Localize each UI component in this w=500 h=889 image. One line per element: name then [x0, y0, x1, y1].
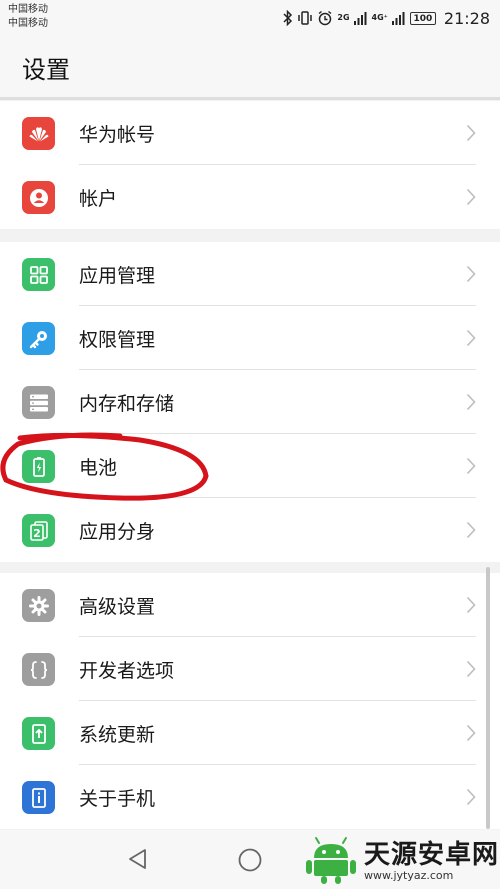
settings-item-label: 电池 — [79, 457, 118, 479]
back-icon[interactable] — [126, 846, 152, 872]
settings-group-accounts: 华为帐号 帐户 — [0, 101, 500, 229]
settings-item-advanced[interactable]: 高级设置 — [0, 573, 500, 637]
account-icon — [22, 181, 55, 214]
settings-item-label: 关于手机 — [79, 788, 156, 810]
battery-icon — [22, 450, 55, 483]
settings-item-developer[interactable]: 开发者选项 — [0, 637, 500, 701]
braces-icon — [22, 653, 55, 686]
settings-item-label: 高级设置 — [79, 596, 156, 618]
chevron-right-icon — [466, 329, 476, 347]
settings-item-label: 帐户 — [79, 188, 118, 210]
chevron-right-icon — [466, 265, 476, 283]
settings-item-app-twin[interactable]: 2 应用分身 — [0, 498, 500, 562]
settings-item-label: 应用管理 — [79, 265, 156, 287]
watermark: 天源安卓网 www.jytyaz.com — [302, 836, 499, 886]
svg-text:2: 2 — [33, 527, 41, 540]
watermark-title: 天源安卓网 — [364, 840, 500, 870]
chevron-right-icon — [466, 521, 476, 539]
settings-group-apps: 应用管理 权限管理 内存和存储 电池 2 应用分身 — [0, 242, 500, 562]
settings-item-about-phone[interactable]: 关于手机 — [0, 765, 500, 829]
watermark-url: www.jytyaz.com — [364, 869, 454, 882]
settings-item-app-management[interactable]: 应用管理 — [0, 242, 500, 306]
key-icon — [22, 322, 55, 355]
chevron-right-icon — [466, 596, 476, 614]
huawei-logo-icon — [22, 117, 55, 150]
header-divider — [0, 97, 500, 100]
settings-item-label: 华为帐号 — [79, 124, 156, 146]
settings-item-label: 开发者选项 — [79, 660, 175, 682]
app-twin-icon: 2 — [22, 514, 55, 547]
network-4g-label: 4G⁺ — [371, 13, 388, 22]
clock: 21:28 — [443, 8, 490, 28]
chevron-right-icon — [466, 457, 476, 475]
network-2g-label: 2G — [337, 13, 350, 22]
storage-icon — [22, 386, 55, 419]
settings-item-permissions[interactable]: 权限管理 — [0, 306, 500, 370]
settings-item-huawei-account[interactable]: 华为帐号 — [0, 101, 500, 165]
gear-icon — [22, 589, 55, 622]
app-header: 设置 — [0, 36, 500, 98]
chevron-right-icon — [466, 788, 476, 806]
chevron-right-icon — [466, 724, 476, 742]
scrollbar[interactable] — [486, 567, 490, 829]
carrier-label-1: 中国移动 — [8, 4, 48, 15]
page-title: 设置 — [22, 56, 70, 84]
chevron-right-icon — [466, 124, 476, 142]
status-bar: 中国移动 中国移动 2G 4G⁺ 100 21:28 — [0, 0, 500, 36]
chevron-right-icon — [466, 660, 476, 678]
status-icons: 2G 4G⁺ 100 21:28 — [283, 7, 490, 29]
signal-icon — [353, 12, 367, 25]
settings-item-battery[interactable]: 电池 — [0, 434, 500, 498]
settings-item-label: 系统更新 — [79, 724, 156, 746]
app-grid-icon — [22, 258, 55, 291]
settings-item-account[interactable]: 帐户 — [0, 165, 500, 229]
settings-item-label: 内存和存储 — [79, 393, 175, 415]
chevron-right-icon — [466, 393, 476, 411]
battery-status-icon: 100 — [409, 11, 436, 25]
phone-info-icon — [22, 781, 55, 814]
chevron-right-icon — [466, 188, 476, 206]
vibrate-icon — [298, 11, 313, 25]
carrier-label-2: 中国移动 — [8, 18, 48, 29]
system-update-icon — [22, 717, 55, 750]
alarm-icon — [318, 10, 332, 26]
settings-group-system: 高级设置 开发者选项 系统更新 关于手机 — [0, 573, 500, 829]
settings-item-storage[interactable]: 内存和存储 — [0, 370, 500, 434]
settings-item-system-update[interactable]: 系统更新 — [0, 701, 500, 765]
bluetooth-icon — [283, 10, 293, 26]
home-icon[interactable] — [236, 846, 264, 874]
settings-item-label: 应用分身 — [79, 521, 156, 543]
settings-item-label: 权限管理 — [79, 329, 156, 351]
android-logo-icon — [306, 837, 356, 884]
signal-icon — [391, 12, 405, 25]
